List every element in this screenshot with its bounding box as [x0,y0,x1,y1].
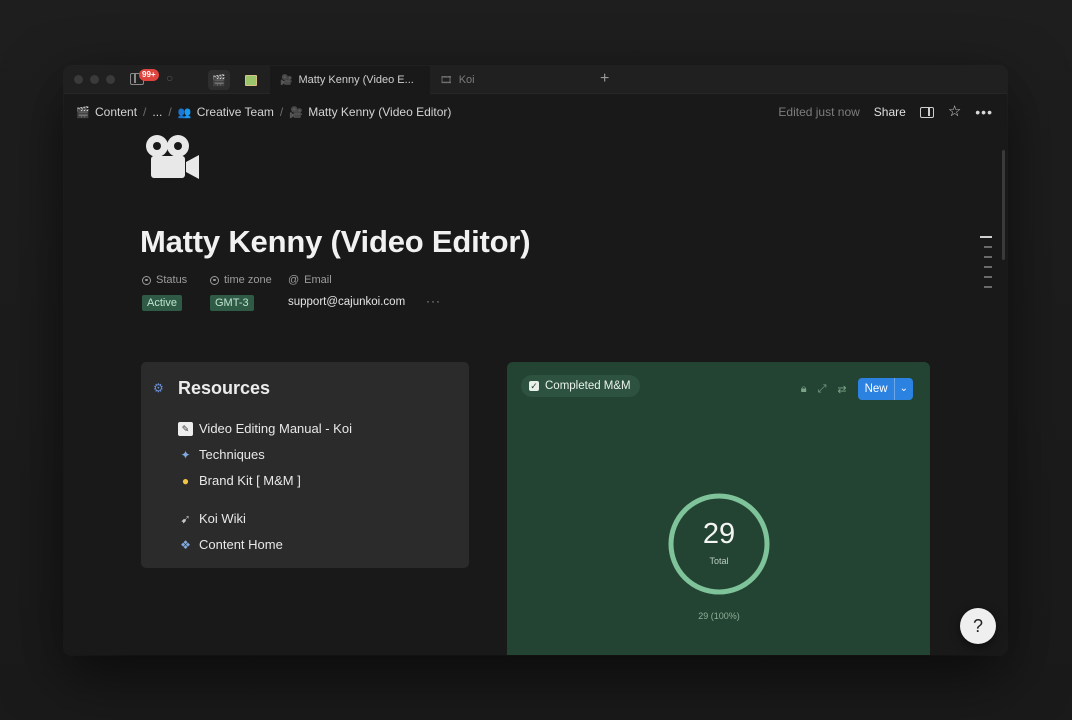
breadcrumb-label: Content [95,105,138,119]
edited-status: Edited just now [778,105,860,119]
new-entry-button[interactable]: New ⌄ [857,378,913,400]
breadcrumb: 🎬 Content / ... / 👥 Creative Team / 🎥 Ma… [76,105,451,119]
view-tab-completed[interactable]: ✓ Completed M&M [521,375,640,397]
new-tab-button[interactable]: + [600,70,609,88]
property-label: time zone [224,274,272,286]
koi-page-icon: 🎞 [440,74,453,86]
table-of-contents[interactable] [980,236,992,296]
breadcrumb-separator: / [279,105,284,119]
more-properties-button[interactable]: ··· [426,294,441,308]
minimize-window-button[interactable] [90,75,99,84]
breadcrumb-creative-team[interactable]: 👥 Creative Team [178,105,274,119]
pinned-tab-image[interactable] [240,70,262,90]
more-options-icon[interactable]: ••• [975,105,993,119]
settings-sliders-icon[interactable]: ⇄ [837,383,846,396]
help-button[interactable]: ? [960,608,996,644]
resource-label: Techniques [199,447,265,462]
tab-bar: 99+ ○ 🎬 🎥 Matty Kenny (Video E... 🎞 Koi … [64,66,1007,94]
close-window-button[interactable] [74,75,83,84]
email-value[interactable]: support@cajunkoi.com [288,296,405,308]
donut-slice-label: 29 (100%) [698,611,740,621]
chart-view: ✓ Completed M&M 🔒︎ ⤢ ⇄ New ⌄ 29 Total 29… [507,362,930,655]
scrollbar[interactable] [1002,150,1005,260]
picture-icon [245,74,257,86]
resource-label: Video Editing Manual - Koi [199,421,352,436]
pinned-tab-content[interactable]: 🎬 [208,70,230,90]
toc-line [984,256,992,258]
toc-line [980,236,992,238]
share-button[interactable]: Share [874,105,906,119]
back-arrow-icon[interactable]: ○ [166,72,176,84]
timezone-icon [210,275,219,285]
checkbox-icon: ✓ [529,381,539,391]
fish-icon: ➹ [180,511,191,526]
tab-label: Koi [458,74,475,86]
breadcrumb-separator: / [143,105,147,119]
resources-callout: ⚙ Resources ✎ Video Editing Manual - Koi… [141,362,469,568]
donut-total-label: Total [709,556,729,566]
maximize-window-button[interactable] [106,75,115,84]
tab-label: Matty Kenny (Video E... [298,74,414,86]
page-title[interactable]: Matty Kenny (Video Editor) [140,224,531,260]
property-timezone-label[interactable]: time zone [210,274,272,286]
status-icon [142,275,151,285]
property-status-label[interactable]: Status [142,274,187,286]
movie-camera-icon[interactable] [144,132,202,182]
resource-label: Koi Wiki [199,511,246,526]
movie-camera-icon: 🎥 [289,106,304,119]
breadcrumb-label: ... [152,105,163,119]
resource-label: Content Home [199,537,283,552]
timezone-badge[interactable]: GMT-3 [210,295,254,311]
clapperboard-icon: 🎬 [76,106,90,119]
lock-icon[interactable]: 🔒︎ [801,383,807,396]
toc-line [984,246,992,248]
at-sign-icon: @ [288,274,300,286]
app-window: 99+ ○ 🎬 🎥 Matty Kenny (Video E... 🎞 Koi … [64,66,1007,655]
view-label: Completed M&M [545,380,631,392]
people-icon: 👥 [177,106,192,119]
status-badge[interactable]: Active [142,295,182,311]
resource-link-content-home[interactable]: ❖ Content Home [178,537,283,552]
breadcrumb-ellipsis[interactable]: ... [152,105,162,119]
new-label: New [864,383,888,395]
resource-link-techniques[interactable]: ✦ Techniques [178,447,265,462]
tab-matty-kenny[interactable]: 🎥 Matty Kenny (Video E... [270,66,430,94]
toc-line [984,276,992,278]
property-label: Status [156,274,188,286]
help-icon: ? [972,616,983,636]
folder-icon: ❖ [180,537,191,552]
side-panel-icon[interactable] [919,106,934,118]
wand-icon: ✦ [180,447,191,462]
expand-icon[interactable]: ⤢ [818,383,827,396]
resources-heading: Resources [178,378,271,398]
breadcrumb-separator: / [168,105,172,119]
resource-link-manual[interactable]: ✎ Video Editing Manual - Koi [178,421,352,436]
resource-link-brand-kit[interactable]: ● Brand Kit [ M&M ] [178,473,301,488]
donut-total-value: 29 [702,518,736,550]
star-icon[interactable]: ☆ [948,104,961,119]
window-controls[interactable] [74,75,115,84]
movie-camera-icon: 🎥 [280,74,293,86]
breadcrumb-content[interactable]: 🎬 Content [76,105,137,119]
toc-line [984,286,992,288]
lightbulb-icon: ● [181,473,190,488]
top-actions: Edited just now Share ☆ ••• [778,94,993,130]
property-label: Email [304,274,332,286]
breadcrumb-label: Creative Team [196,105,274,119]
property-email-label[interactable]: @ Email [288,274,332,286]
clapperboard-icon: 🎬 [212,74,226,87]
breadcrumb-label: Matty Kenny (Video Editor) [308,105,452,119]
chevron-down-icon[interactable]: ⌄ [893,378,913,400]
handbook-icon: ✎ [178,421,193,436]
tab-koi[interactable]: 🎞 Koi [430,66,570,94]
notification-badge: 99+ [139,69,159,81]
gear-icon: ⚙ [153,381,164,395]
top-bar: 🎬 Content / ... / 👥 Creative Team / 🎥 Ma… [64,94,1007,130]
chart-toolbar: 🔒︎ ⤢ ⇄ New ⌄ [801,378,913,400]
toc-line [984,266,992,268]
breadcrumb-current-page[interactable]: 🎥 Matty Kenny (Video Editor) [289,105,451,119]
resource-link-koi-wiki[interactable]: ➹ Koi Wiki [178,511,246,526]
resource-label: Brand Kit [ M&M ] [199,473,301,488]
